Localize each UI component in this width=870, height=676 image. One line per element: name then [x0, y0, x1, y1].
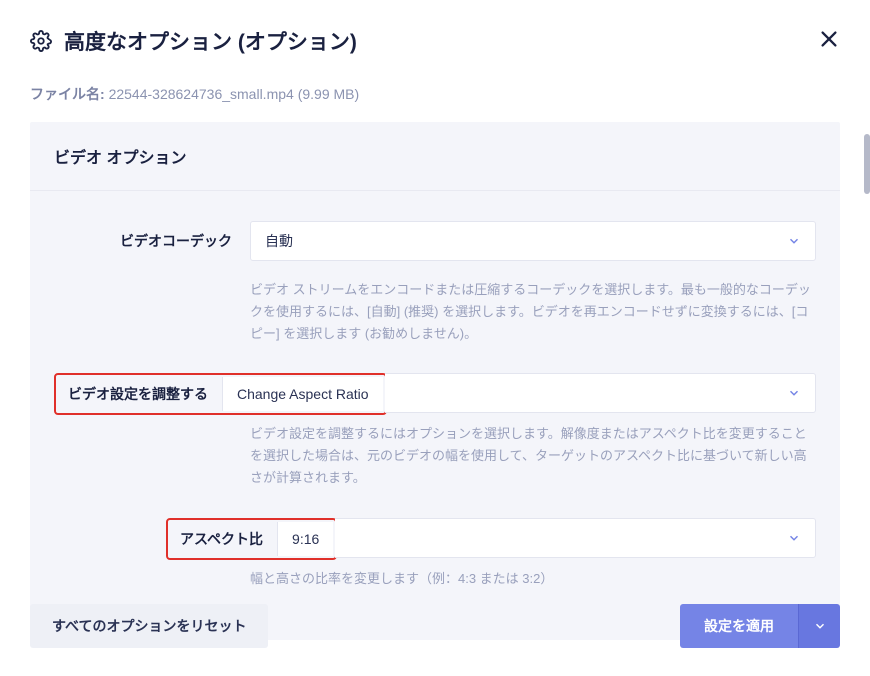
apply-settings-dropdown[interactable]	[798, 604, 840, 648]
chevron-down-icon	[813, 619, 827, 633]
file-name-label: ファイル名:	[30, 86, 105, 102]
chevron-down-icon	[787, 234, 801, 248]
gear-icon	[30, 30, 52, 52]
chevron-down-icon	[787, 531, 801, 545]
apply-settings-button[interactable]: 設定を適用	[680, 604, 798, 648]
aspect-ratio-label: アスペクト比	[180, 529, 263, 549]
video-codec-select[interactable]: 自動	[250, 221, 816, 261]
scrollbar-thumb[interactable]	[864, 134, 870, 194]
reset-options-button[interactable]: すべてのオプションをリセット	[30, 604, 268, 648]
video-adjust-help: ビデオ設定を調整するにはオプションを選択します。解像度またはアスペクト比を変更す…	[250, 423, 816, 489]
video-options-heading: ビデオ オプション	[30, 122, 840, 191]
aspect-ratio-highlight: アスペクト比 9:16	[166, 518, 337, 560]
video-adjust-label: ビデオ設定を調整する	[68, 384, 208, 404]
aspect-ratio-select[interactable]	[335, 518, 816, 558]
video-adjust-value-hl: Change Aspect Ratio	[222, 377, 383, 411]
video-codec-help: ビデオ ストリームをエンコードまたは圧縮するコーデックを選択します。最も一般的な…	[250, 279, 816, 345]
file-size-value: (9.99 MB)	[298, 86, 359, 102]
video-codec-label: ビデオコーデック	[120, 231, 232, 251]
file-name-value: 22544-328624736_small.mp4	[109, 86, 294, 102]
video-options-panel: ビデオ オプション ビデオコーデック 自動	[30, 122, 840, 640]
aspect-ratio-value-hl: 9:16	[277, 522, 333, 556]
page-title: 高度なオプション (オプション)	[64, 26, 357, 56]
file-name-line: ファイル名: 22544-328624736_small.mp4 (9.99 M…	[30, 84, 840, 104]
aspect-ratio-help: 幅と高さの比率を変更します（例：4:3 または 3:2）	[250, 568, 816, 590]
video-codec-value: 自動	[265, 231, 293, 251]
close-icon[interactable]	[818, 28, 840, 50]
video-adjust-highlight: ビデオ設定を調整する Change Aspect Ratio	[54, 373, 387, 415]
video-adjust-select[interactable]	[385, 373, 816, 413]
chevron-down-icon	[787, 386, 801, 400]
